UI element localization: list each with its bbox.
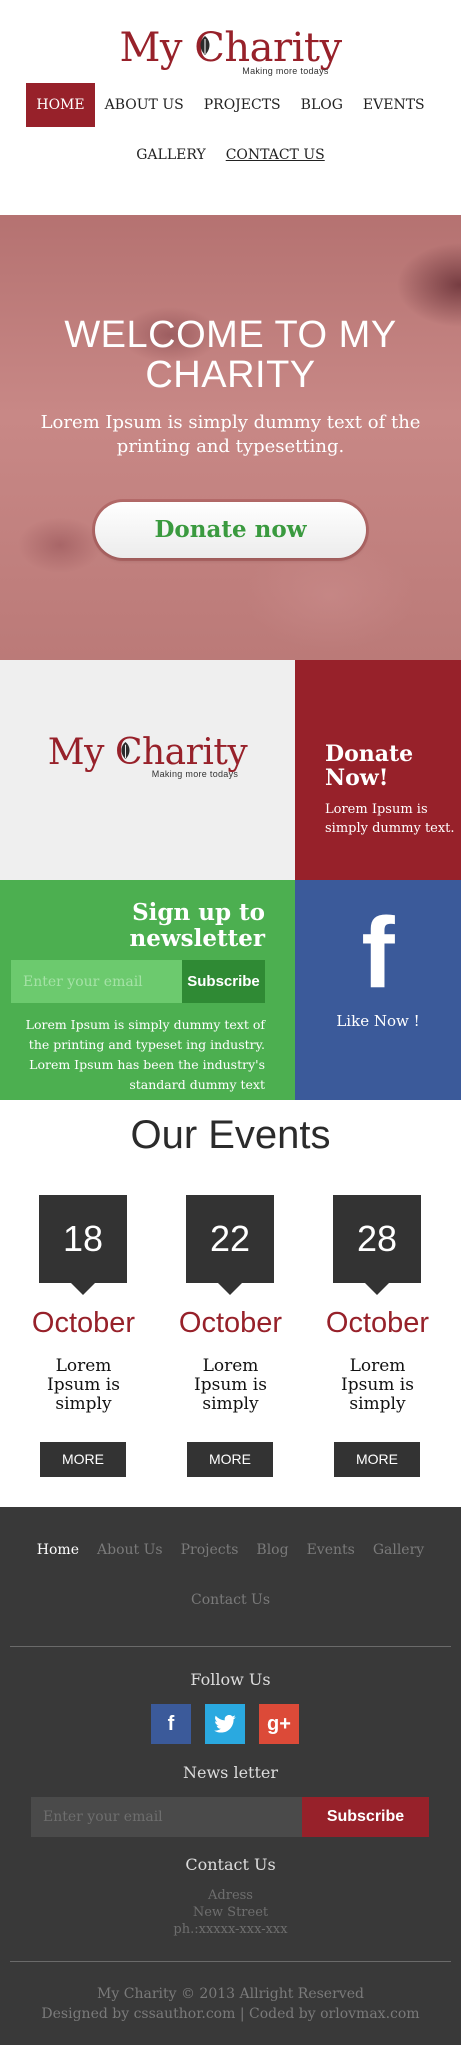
footer-nav-contact-us[interactable]: Contact Us (182, 1592, 279, 1608)
site-footer: Home About Us Projects Blog Events Galle… (0, 1507, 461, 2045)
newsletter-email-input[interactable] (11, 960, 182, 1003)
facebook-like-label: Like Now ! (336, 1012, 420, 1030)
footer-nav-blog[interactable]: Blog (247, 1542, 297, 1558)
nav-about-us[interactable]: ABOUT US (95, 83, 194, 127)
block-logo-text-end: harity (142, 732, 248, 773)
event-day: 22 (186, 1195, 274, 1283)
logo-text: My Charity (0, 28, 461, 68)
event-day-pointer (365, 1283, 389, 1295)
newsletter-title: Sign up to newsletter (129, 899, 265, 952)
nav-blog[interactable]: BLOG (291, 83, 353, 127)
block-logo-text: My Charity (0, 735, 295, 771)
copyright-text: My Charity © 2013 Allright Reserved (97, 1986, 364, 2002)
main-nav-row-2: GALLERY CONTACT US (0, 133, 461, 177)
footer-nav-row-2: Contact Us (10, 1592, 451, 1608)
donate-block[interactable]: Donate Now! Lorem Ipsum is simply dummy … (295, 660, 461, 880)
nav-projects[interactable]: PROJECTS (194, 83, 291, 127)
footer-nav-events[interactable]: Events (298, 1542, 364, 1558)
main-nav: HOME ABOUT US PROJECTS BLOG EVENTS (0, 83, 461, 127)
newsletter-subscribe-button[interactable]: Subscribe (182, 960, 265, 1003)
footer-subscribe-button[interactable]: Subscribe (302, 1797, 429, 1837)
facebook-icon: f (361, 897, 395, 1009)
block-logo-leaf-c: C (115, 735, 143, 771)
contact-us-title: Contact Us (185, 1855, 276, 1874)
event-month: October (178, 1307, 283, 1339)
site-logo[interactable]: My Charity Making more todays (0, 28, 461, 76)
event-more-button[interactable]: MORE (334, 1442, 420, 1477)
footer-email-input[interactable] (31, 1797, 302, 1837)
footer-nav-home[interactable]: Home (28, 1542, 88, 1558)
newsletter-text: Lorem Ipsum is simply dummy text of the … (25, 1017, 265, 1092)
event-text: Lorem Ipsum is simply (194, 1356, 267, 1414)
nav-gallery[interactable]: GALLERY (126, 133, 215, 177)
phone-line: ph.:xxxxx-xxx-xxx (173, 1922, 288, 1937)
event-day-pointer (218, 1283, 242, 1295)
facebook-icon[interactable]: f (151, 1704, 191, 1744)
logo-text-start: My (119, 25, 195, 71)
footer-nav-gallery[interactable]: Gallery (364, 1542, 433, 1558)
events-title: Our Events (130, 1113, 331, 1157)
logo-block: My Charity Making more todays (0, 660, 295, 880)
donate-block-text: Lorem Ipsum is simply dummy text. (325, 802, 455, 836)
hero-title: WELCOME TO MY CHARITY (64, 314, 397, 396)
event-month: October (31, 1307, 136, 1339)
address-line: Adress (208, 1888, 253, 1903)
nav-home[interactable]: HOME (26, 83, 95, 127)
hero-subtitle: Lorem Ipsum is simply dummy text of the … (40, 412, 421, 457)
event-day: 18 (39, 1195, 127, 1283)
logo-text-end: harity (224, 25, 342, 71)
leaf-icon (121, 742, 130, 760)
follow-us-title: Follow Us (190, 1670, 271, 1689)
event-more-button[interactable]: MORE (187, 1442, 273, 1477)
address-line: New Street (192, 1905, 269, 1920)
google-plus-icon[interactable]: g+ (259, 1704, 299, 1744)
footer-nav-projects[interactable]: Projects (172, 1542, 248, 1558)
event-day-pointer (71, 1283, 95, 1295)
event-text: Lorem Ipsum is simply (341, 1356, 414, 1414)
event-text: Lorem Ipsum is simply (47, 1356, 120, 1414)
footer-divider (10, 1646, 451, 1647)
nav-contact-us[interactable]: CONTACT US (216, 133, 335, 177)
donate-now-button[interactable]: Donate now (95, 502, 366, 558)
event-month: October (325, 1307, 430, 1339)
block-logo-text-start: My (47, 732, 115, 773)
event-day: 28 (333, 1195, 421, 1283)
newsletter-block: Sign up to newsletter Subscribe Lorem Ip… (0, 880, 295, 1100)
twitter-bird-glyph (214, 1714, 236, 1733)
footer-nav-about-us[interactable]: About Us (88, 1542, 172, 1558)
logo-leaf-c: C (194, 28, 225, 68)
block-logo: My Charity Making more todays (0, 735, 295, 780)
newsletter-footer-title: News letter (182, 1763, 279, 1782)
facebook-like-block[interactable]: f Like Now ! (295, 880, 461, 1100)
hero-banner: WELCOME TO MY CHARITY Lorem Ipsum is sim… (0, 215, 461, 660)
credits-text: Designed by cssauthor.com | Coded by orl… (41, 2006, 420, 2022)
event-more-button[interactable]: MORE (40, 1442, 126, 1477)
footer-divider (10, 1961, 451, 1962)
donate-block-title: Donate Now! (325, 741, 414, 791)
twitter-icon[interactable] (205, 1704, 245, 1744)
leaf-icon (200, 36, 210, 55)
site-header: My Charity Making more todays HOME ABOUT… (0, 0, 461, 215)
nav-contact-us-label: CONTACT US (225, 147, 325, 163)
nav-events[interactable]: EVENTS (353, 83, 435, 127)
footer-nav: Home About Us Projects Blog Events Galle… (10, 1542, 451, 1558)
